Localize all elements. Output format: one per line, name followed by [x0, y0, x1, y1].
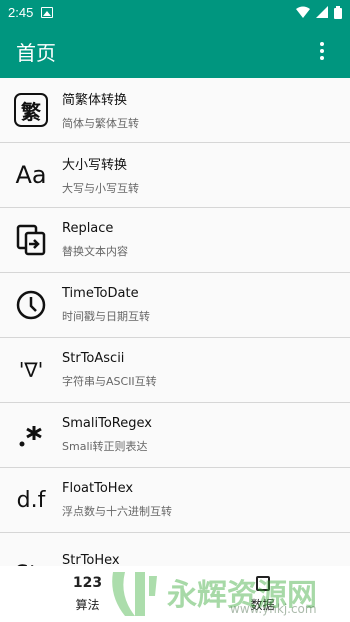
str-icon: Str — [0, 544, 62, 567]
item-subtitle: 字符串与ASCII互转 — [62, 375, 157, 388]
nav-label: 算法 — [75, 598, 100, 612]
page-title: 首页 — [16, 40, 56, 65]
traditional-char-icon: 繁 — [0, 93, 62, 127]
status-bar: 2:45 — [0, 0, 350, 24]
item-title: StrToAscii — [62, 351, 125, 366]
clock-icon — [0, 289, 62, 321]
tool-list: 繁 简繁体转换 简体与繁体互转 Aa 大小写转换 大写与小写互转 Replace… — [0, 78, 350, 566]
item-subtitle: 时间戳与日期互转 — [62, 310, 150, 323]
item-title: Replace — [62, 221, 114, 236]
item-subtitle: 替换文本内容 — [62, 245, 128, 258]
image-notification-icon — [41, 6, 54, 18]
item-title: StrToHex — [62, 552, 120, 567]
nav-tab-data[interactable]: 数据 — [175, 566, 350, 622]
list-item-replace[interactable]: Replace 替换文本内容 — [0, 208, 350, 273]
data-icon — [255, 575, 270, 593]
item-subtitle: 简体与繁体互转 — [62, 117, 139, 130]
list-item-simplified-traditional[interactable]: 繁 简繁体转换 简体与繁体互转 — [0, 78, 350, 143]
float-icon: d.f — [16, 487, 46, 513]
nav-label: 数据 — [250, 598, 275, 612]
status-time: 2:45 — [8, 4, 34, 20]
list-item-case-convert[interactable]: Aa 大小写转换 大写与小写互转 — [0, 143, 350, 208]
item-title: 大小写转换 — [62, 158, 128, 173]
list-item-time-to-date[interactable]: TimeToDate 时间戳与日期互转 — [0, 273, 350, 338]
battery-icon — [334, 5, 342, 19]
item-subtitle: Smali转正则表达 — [62, 440, 148, 453]
item-title: 简繁体转换 — [62, 93, 128, 108]
signal-icon — [316, 6, 328, 18]
list-item-str-to-ascii[interactable]: '∇' StrToAscii 字符串与ASCII互转 — [0, 338, 350, 403]
item-subtitle: 浮点数与十六进制互转 — [62, 505, 172, 518]
case-icon: Aa — [15, 161, 47, 189]
regex-icon — [0, 420, 62, 450]
numbers-icon: 123 — [72, 575, 103, 591]
nav-tab-algorithm[interactable]: 123 算法 — [0, 566, 175, 622]
app-bar: 首页 — [0, 24, 350, 78]
more-options-button[interactable] — [310, 39, 334, 63]
item-title: SmaliToRegex — [62, 416, 152, 431]
item-title: FloatToHex — [62, 481, 134, 496]
ascii-face-icon: '∇' — [18, 358, 44, 382]
status-icons — [296, 5, 342, 19]
list-item-smali-to-regex[interactable]: SmaliToRegex Smali转正则表达 — [0, 403, 350, 468]
bottom-navigation: 123 算法 数据 — [0, 566, 350, 622]
item-title: TimeToDate — [62, 286, 139, 301]
replace-icon — [0, 224, 62, 256]
list-item-str-to-hex[interactable]: Str StrToHex — [0, 533, 350, 566]
item-subtitle: 大写与小写互转 — [62, 182, 139, 195]
wifi-icon — [296, 6, 310, 18]
list-item-float-to-hex[interactable]: d.f FloatToHex 浮点数与十六进制互转 — [0, 468, 350, 533]
more-vert-icon — [320, 42, 324, 60]
